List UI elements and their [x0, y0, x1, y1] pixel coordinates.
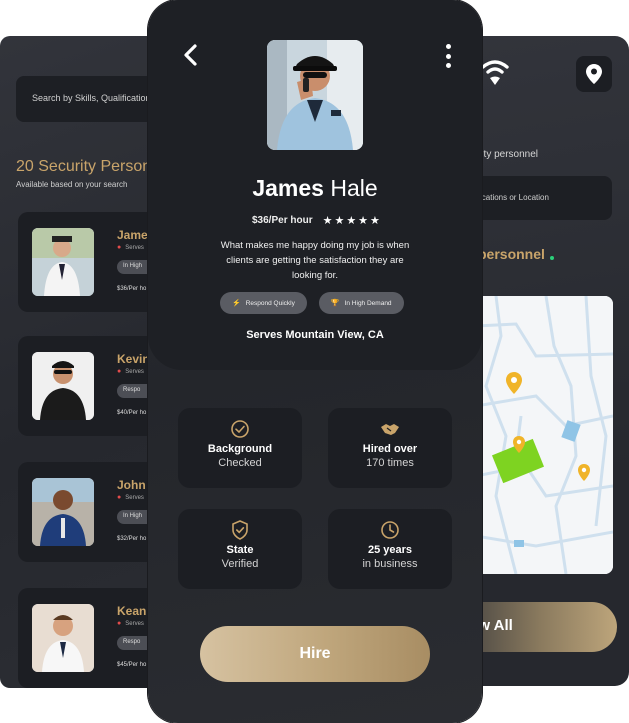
stat-hired-over: Hired over 170 times: [328, 408, 452, 488]
stat-years-in-business: 25 years in business: [328, 509, 452, 589]
location-pin-icon: ●: [117, 620, 122, 627]
personnel-card[interactable]: Kevin ● Serves Respo $40/Per ho: [18, 336, 168, 436]
stat-line2: Checked: [218, 457, 262, 469]
clock-icon: [381, 521, 399, 539]
personnel-location: ● Serves: [117, 368, 144, 375]
stat-state-verified: State Verified: [178, 509, 302, 589]
personnel-rate: $36/Per ho: [117, 286, 147, 292]
profile-screen: James Hale $36/Per hour ★★★★★ What makes…: [148, 0, 482, 723]
back-arrow-icon[interactable]: [178, 42, 204, 68]
location-pin-icon: ●: [117, 244, 122, 251]
app-mockup-stage: Search by Skills, Qualification 20 Secur…: [0, 0, 629, 723]
stat-line1: 25 years: [367, 544, 413, 556]
online-indicator: [550, 256, 554, 260]
results-map[interactable]: [476, 296, 613, 574]
profile-last-name: Hale: [330, 175, 378, 201]
personnel-rate: $32/Per ho: [117, 536, 147, 542]
view-all-button[interactable]: ew All: [466, 602, 617, 652]
map-pin-icon: [586, 64, 602, 84]
check-circle-icon: [231, 420, 249, 438]
profile-quote: What makes me happy doing my job is when…: [220, 240, 410, 281]
stat-background-checked: Background Checked: [178, 408, 302, 488]
stat-line1: Background: [207, 443, 273, 455]
tag-in-high-demand: 🏆 In High Demand: [318, 292, 404, 314]
results-subtitle: Available based on your search: [16, 180, 128, 189]
location-button[interactable]: [576, 56, 612, 92]
personnel-card[interactable]: John I ● Serves In High $32/Per ho: [18, 462, 168, 562]
stat-line1: Hired over: [362, 443, 418, 455]
tag-respond-quickly: ⚡ Respond Quickly: [220, 292, 307, 314]
app-logo-icon: [481, 60, 509, 85]
screen-subtitle: rity personnel: [478, 149, 539, 160]
location-search-input[interactable]: ifications or Location: [466, 176, 612, 220]
location-pin-icon: ●: [117, 494, 122, 501]
stat-line2: in business: [362, 558, 418, 570]
rate-rating-row: $36/Per hour ★★★★★: [252, 214, 382, 227]
stat-line2: Verified: [221, 558, 259, 570]
profile-tags: ⚡ Respond Quickly 🏆 In High Demand: [220, 292, 404, 314]
results-count-title: personnel: [478, 246, 545, 262]
location-pin-icon: ●: [117, 368, 122, 375]
personnel-location: ● Serves: [117, 494, 144, 501]
profile-name: James Hale: [148, 175, 482, 202]
stat-line1: State: [226, 544, 254, 556]
personnel-photo: [32, 478, 94, 546]
profile-header: James Hale $36/Per hour ★★★★★ What makes…: [148, 0, 482, 370]
lightning-icon: ⚡: [232, 300, 241, 307]
profile-avatar: [267, 40, 363, 150]
results-count-title: 20 Security Personne: [16, 158, 168, 175]
stat-line2: 170 times: [366, 457, 414, 469]
personnel-photo: [32, 352, 94, 420]
profile-first-name: James: [252, 175, 324, 201]
shield-check-icon: [232, 520, 248, 540]
hire-button[interactable]: Hire: [200, 626, 430, 682]
personnel-photo: [32, 604, 94, 672]
personnel-photo: [32, 228, 94, 296]
personnel-card[interactable]: James ● Serves In High $36/Per ho: [18, 212, 168, 312]
personnel-rate: $45/Per ho: [117, 662, 147, 668]
personnel-location: ● Serves: [117, 620, 144, 627]
personnel-rate: $40/Per ho: [117, 410, 147, 416]
personnel-location: ● Serves: [117, 244, 144, 251]
hourly-rate: $36/Per hour: [252, 215, 313, 226]
personnel-name: Kevin: [117, 352, 150, 366]
trophy-icon: 🏆: [330, 300, 340, 307]
search-results-screen: Search by Skills, Qualification 20 Secur…: [0, 36, 168, 688]
service-area: Serves Mountain View, CA: [246, 329, 384, 341]
map-screen: rity personnel ifications or Location pe…: [466, 36, 629, 686]
personnel-card[interactable]: Keanu ● Serves Respo $45/Per ho: [18, 588, 168, 688]
search-input[interactable]: Search by Skills, Qualification: [16, 76, 168, 122]
star-rating-icon: ★★★★★: [322, 215, 382, 227]
more-options-icon[interactable]: [440, 42, 456, 70]
handshake-icon: [381, 424, 399, 435]
